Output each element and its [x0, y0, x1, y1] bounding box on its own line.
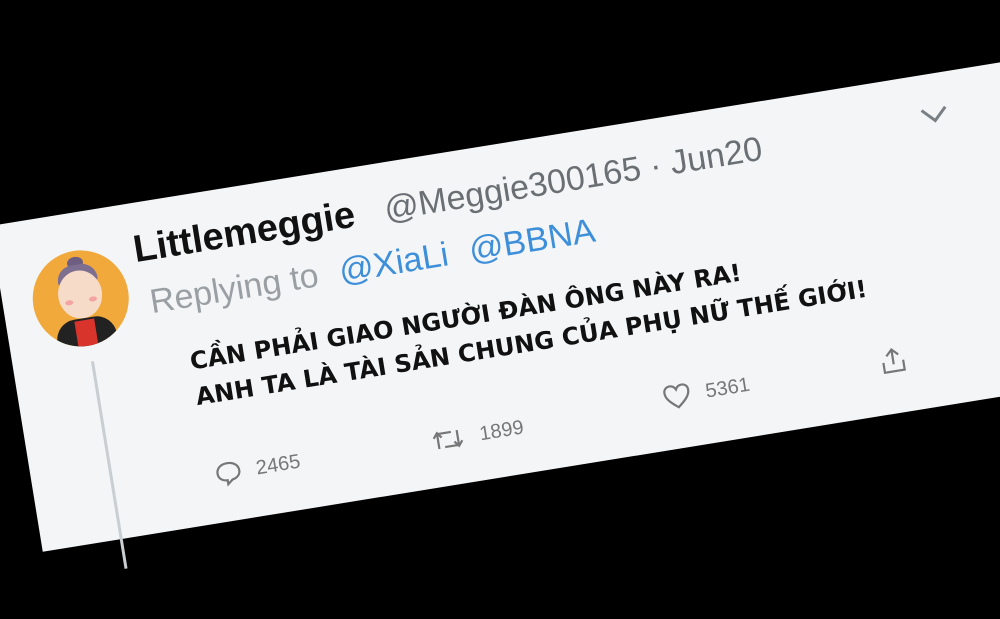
tweet-card: Littlemeggie @Meggie300165 · Jun20 Reply…	[0, 58, 1000, 569]
avatar[interactable]	[25, 243, 136, 354]
retweet-icon	[432, 429, 464, 450]
heart-icon	[663, 383, 690, 409]
mention-bbna[interactable]: @BBNA	[466, 212, 598, 270]
thread-line	[90, 361, 128, 569]
share-action[interactable]	[876, 343, 910, 377]
like-action[interactable]: 5361	[660, 371, 752, 413]
screenshot-stage: Littlemeggie @Meggie300165 · Jun20 Reply…	[0, 0, 1000, 619]
retweet-action[interactable]: 1899	[428, 413, 526, 456]
mention-xiali[interactable]: @XiaLi	[336, 235, 451, 290]
chevron-down-icon[interactable]	[918, 101, 951, 129]
avatar-shirt	[74, 318, 99, 348]
reply-count: 2465	[254, 450, 302, 479]
like-count: 5361	[703, 373, 752, 403]
reply-action[interactable]: 2465	[213, 448, 303, 489]
reply-icon	[216, 461, 241, 487]
retweet-count: 1899	[477, 415, 526, 445]
share-icon	[882, 347, 906, 375]
